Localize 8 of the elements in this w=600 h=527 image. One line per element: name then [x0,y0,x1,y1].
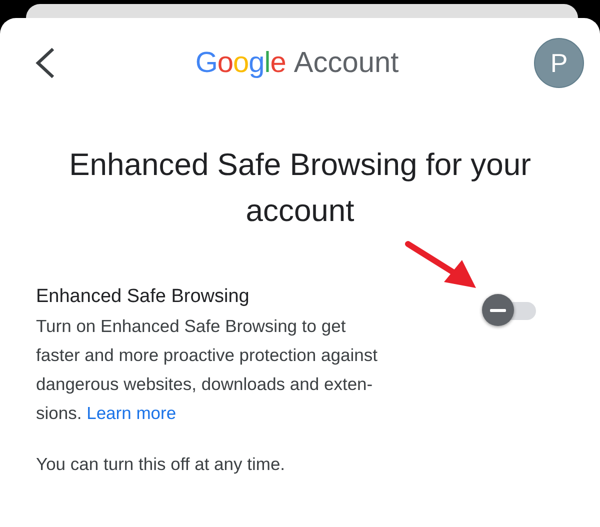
setting-label: Enhanced Safe Browsing [36,286,250,308]
footnote: You can turn this off at any time. [36,454,286,475]
setting-description: Turn on Enhanced Safe Browsing to get faster and more proactive protection against dangerous websites, downloads and exten- sions. Learn more [36,315,378,425]
google-logo: Google [195,46,286,80]
learn-more-link[interactable]: Learn more [86,403,176,423]
product-name: Account [294,46,399,80]
page-title: Enhanced Safe Browsing for your account [68,146,532,230]
account-avatar[interactable]: P [534,38,584,88]
